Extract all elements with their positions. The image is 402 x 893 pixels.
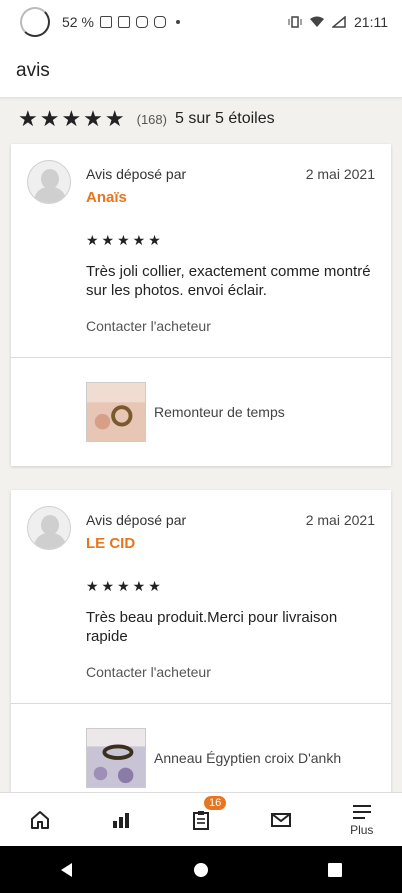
product-name[interactable]: Anneau Égyptien croix D'ankh: [154, 750, 341, 766]
review-product[interactable]: Remonteur de temps: [11, 358, 391, 466]
contact-buyer-link[interactable]: Contacter l'acheteur: [86, 664, 211, 680]
product-thumbnail[interactable]: [86, 728, 146, 788]
nav-more[interactable]: Plus: [327, 793, 397, 847]
product-name[interactable]: Remonteur de temps: [154, 404, 285, 420]
review-date: 2 mai 2021: [305, 166, 375, 182]
review-stars: ★★★★★: [86, 232, 164, 248]
battery-percent: 52 %: [62, 14, 94, 30]
clock: 21:11: [354, 14, 388, 30]
avatar[interactable]: [27, 506, 71, 550]
facebook-icon: [99, 16, 112, 28]
review-card: Avis déposé par 2 mai 2021 LE CID ★★★★★ …: [11, 490, 391, 812]
more-notifications-icon: [175, 20, 180, 24]
back-icon[interactable]: [58, 861, 76, 879]
nav-stats[interactable]: [86, 793, 156, 847]
vibrate-icon: [288, 16, 302, 28]
system-navigation-bar: [0, 846, 402, 893]
rating-text: 5 sur 5 étoiles: [174, 110, 275, 127]
battery-ring-icon: [20, 7, 50, 37]
instagram-icon: [135, 16, 148, 28]
summary-stars: ★★★★★: [18, 106, 127, 131]
orders-badge: 16: [203, 795, 227, 810]
recents-icon[interactable]: [326, 861, 344, 879]
bar-chart-icon: [112, 812, 129, 828]
instagram-icon-2: [153, 16, 166, 28]
home-icon: [31, 810, 50, 829]
review-text: Très joli collier, exactement comme mont…: [86, 263, 371, 299]
bottom-navigation: 16 Plus: [0, 792, 402, 846]
review-author[interactable]: Anaïs: [86, 189, 127, 206]
avatar[interactable]: [27, 160, 71, 204]
page-title: avis: [16, 59, 50, 81]
clipboard-icon: [192, 810, 209, 830]
review-text: Très beau produit.Merci pour livraison r…: [86, 609, 338, 645]
nav-home[interactable]: [5, 793, 75, 847]
review-by-label: Avis déposé par: [86, 512, 187, 528]
nav-orders[interactable]: 16: [166, 793, 236, 847]
mail-icon: [271, 812, 292, 827]
rating-summary: ★★★★★ (168) 5 sur 5 étoiles: [0, 100, 402, 138]
nav-more-label: Plus: [350, 822, 374, 837]
home-button-icon[interactable]: [192, 861, 210, 879]
wifi-icon: [310, 16, 324, 27]
review-card: Avis déposé par 2 mai 2021 Anaïs ★★★★★ T…: [11, 144, 391, 466]
menu-icon: [352, 804, 371, 819]
signal-icon: [332, 16, 346, 28]
etsy-icon: [117, 16, 130, 28]
nav-messages[interactable]: [246, 793, 316, 847]
review-author[interactable]: LE CID: [86, 535, 135, 552]
review-date: 2 mai 2021: [305, 512, 375, 528]
review-by-label: Avis déposé par: [86, 166, 187, 182]
app-bar: avis: [0, 44, 402, 98]
review-stars: ★★★★★: [86, 578, 164, 594]
status-bar: 52 % 21:11: [0, 0, 402, 44]
product-thumbnail[interactable]: [86, 382, 146, 442]
contact-buyer-link[interactable]: Contacter l'acheteur: [86, 318, 211, 334]
review-count: (168): [136, 111, 167, 127]
